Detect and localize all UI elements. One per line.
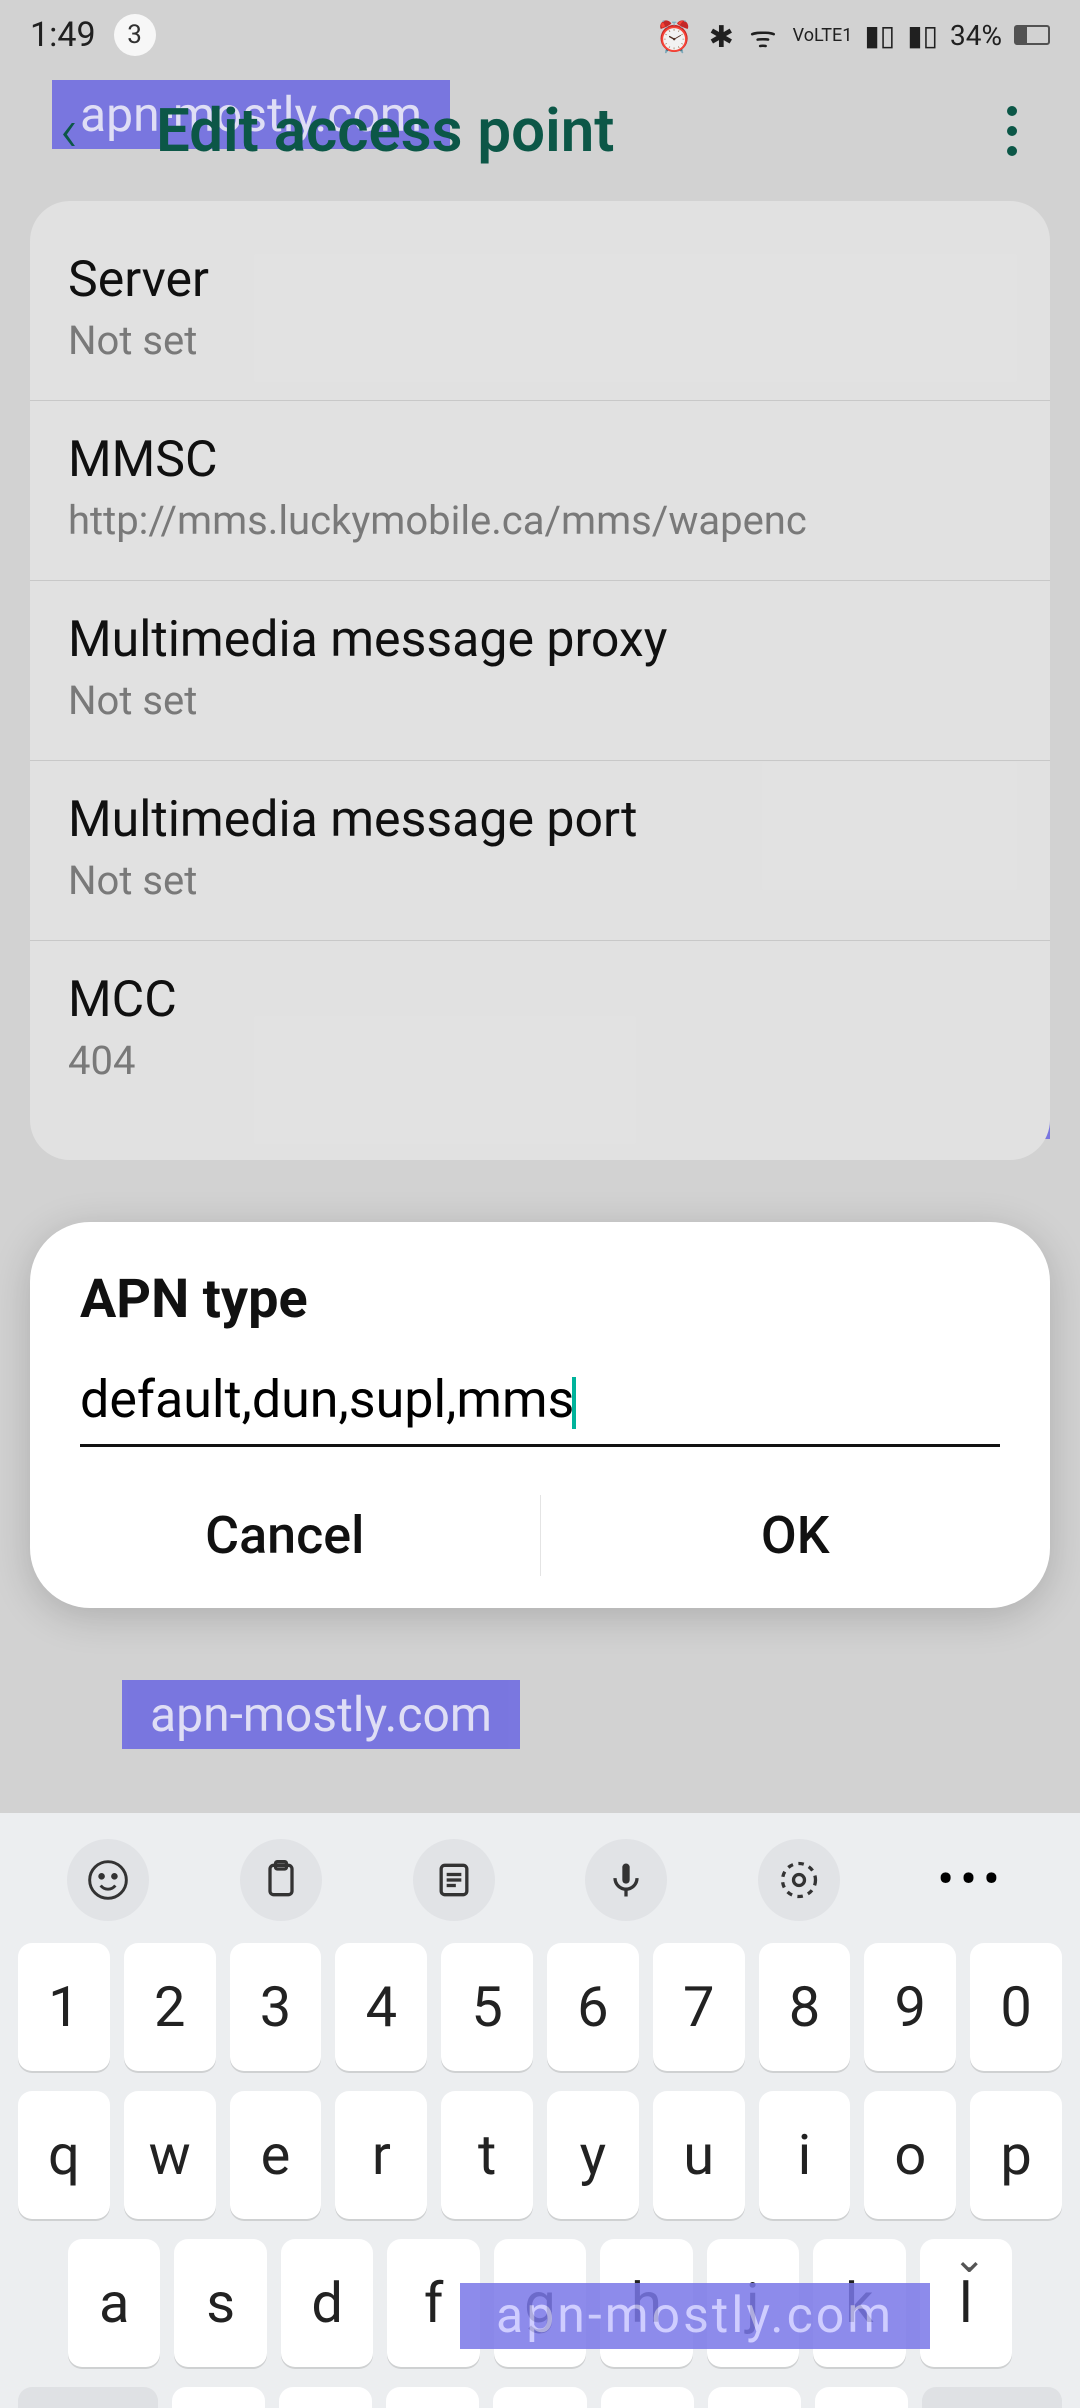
key-t[interactable]: t <box>441 2091 533 2219</box>
key-7[interactable]: 7 <box>653 1943 745 2071</box>
dialog-title: APN type <box>30 1268 1050 1361</box>
keyboard-row-qwerty: q w e r t y u i o p <box>18 2091 1062 2219</box>
cancel-button[interactable]: Cancel <box>30 1483 540 1588</box>
keyboard-row-zxcv: z x c v b n m <box>18 2387 1062 2408</box>
key-z[interactable]: z <box>172 2387 265 2408</box>
key-1[interactable]: 1 <box>18 1943 110 2071</box>
text-cursor <box>572 1377 576 1429</box>
key-6[interactable]: 6 <box>547 1943 639 2071</box>
keyboard-toolbar: ••• <box>0 1829 1080 1943</box>
watermark: apn-mostly.com <box>460 2283 930 2349</box>
key-d[interactable]: d <box>281 2239 373 2367</box>
key-8[interactable]: 8 <box>759 1943 851 2071</box>
key-3[interactable]: 3 <box>230 1943 322 2071</box>
more-options-button[interactable]: ••• <box>931 1839 1013 1921</box>
key-m[interactable]: m <box>815 2387 908 2408</box>
shift-key[interactable] <box>18 2387 158 2408</box>
backspace-key[interactable] <box>922 2387 1062 2408</box>
key-p[interactable]: p <box>970 2091 1062 2219</box>
key-n[interactable]: n <box>708 2387 801 2408</box>
key-4[interactable]: 4 <box>335 1943 427 2071</box>
key-b[interactable]: b <box>601 2387 694 2408</box>
key-0[interactable]: 0 <box>970 1943 1062 2071</box>
key-v[interactable]: v <box>493 2387 586 2408</box>
key-o[interactable]: o <box>864 2091 956 2219</box>
text-scan-button[interactable] <box>413 1839 495 1921</box>
key-x[interactable]: x <box>279 2387 372 2408</box>
voice-input-button[interactable] <box>585 1839 667 1921</box>
key-u[interactable]: u <box>653 2091 745 2219</box>
key-r[interactable]: r <box>335 2091 427 2219</box>
key-s[interactable]: s <box>174 2239 266 2367</box>
emoji-button[interactable] <box>67 1839 149 1921</box>
clipboard-button[interactable] <box>240 1839 322 1921</box>
key-i[interactable]: i <box>759 2091 851 2219</box>
key-a[interactable]: a <box>68 2239 160 2367</box>
chevron-down-icon[interactable]: ⌄ <box>952 2235 986 2282</box>
key-e[interactable]: e <box>230 2091 322 2219</box>
input-text: default,dun,supl,mms <box>80 1369 574 1430</box>
key-w[interactable]: w <box>124 2091 216 2219</box>
apn-type-dialog: APN type default,dun,supl,mms Cancel OK <box>30 1222 1050 1608</box>
key-2[interactable]: 2 <box>124 1943 216 2071</box>
key-9[interactable]: 9 <box>864 1943 956 2071</box>
key-5[interactable]: 5 <box>441 1943 533 2071</box>
ok-button[interactable]: OK <box>541 1483 1051 1588</box>
key-y[interactable]: y <box>547 2091 639 2219</box>
apn-type-input[interactable]: default,dun,supl,mms <box>80 1361 1000 1447</box>
settings-button[interactable] <box>758 1839 840 1921</box>
key-c[interactable]: c <box>386 2387 479 2408</box>
key-q[interactable]: q <box>18 2091 110 2219</box>
keyboard-row-numbers: 1 2 3 4 5 6 7 8 9 0 <box>18 1943 1062 2071</box>
